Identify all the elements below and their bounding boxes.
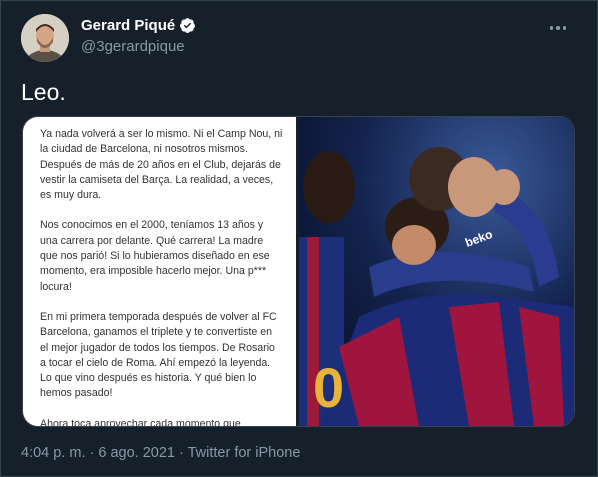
meta-separator: ·: [85, 445, 99, 461]
letter-paragraph: Ahora toca aprovechar cada momento que: [40, 417, 241, 426]
tweet-date[interactable]: 6 ago. 2021: [98, 445, 175, 461]
avatar[interactable]: [21, 14, 69, 62]
tweet-time[interactable]: 4:04 p. m.: [21, 445, 85, 461]
tweet-card: Gerard Piqué @3gerardpique Leo. Ya nada …: [0, 0, 598, 477]
tweet-header: Gerard Piqué @3gerardpique: [21, 14, 581, 62]
tweet-metadata: 4:04 p. m. · 6 ago. 2021 · Twitter for i…: [21, 445, 300, 461]
letter-image[interactable]: Ya nada volverá a ser lo mismo. Ni el Ca…: [23, 117, 296, 426]
tweet-text: Leo.: [21, 79, 66, 105]
meta-separator: ·: [174, 445, 188, 461]
user-handle[interactable]: @3gerardpique: [81, 38, 185, 55]
players-photo-illustration: 0 beko: [299, 117, 574, 426]
more-options-icon[interactable]: [543, 16, 573, 40]
name-row: Gerard Piqué: [81, 17, 196, 34]
verified-badge-icon: [180, 18, 196, 33]
letter-paragraph: Nos conocimos en el 2000, teníamos 13 añ…: [40, 219, 270, 293]
tweet-source[interactable]: Twitter for iPhone: [188, 445, 301, 461]
display-name[interactable]: Gerard Piqué: [81, 17, 175, 34]
letter-paragraph: En mi primera temporada después de volve…: [40, 310, 277, 400]
players-photo[interactable]: 0 beko: [299, 117, 574, 426]
tweet-media[interactable]: Ya nada volverá a ser lo mismo. Ni el Ca…: [22, 116, 575, 427]
letter-paragraph: Ya nada volverá a ser lo mismo. Ni el Ca…: [40, 128, 283, 202]
shirt-number: 0: [313, 356, 344, 419]
